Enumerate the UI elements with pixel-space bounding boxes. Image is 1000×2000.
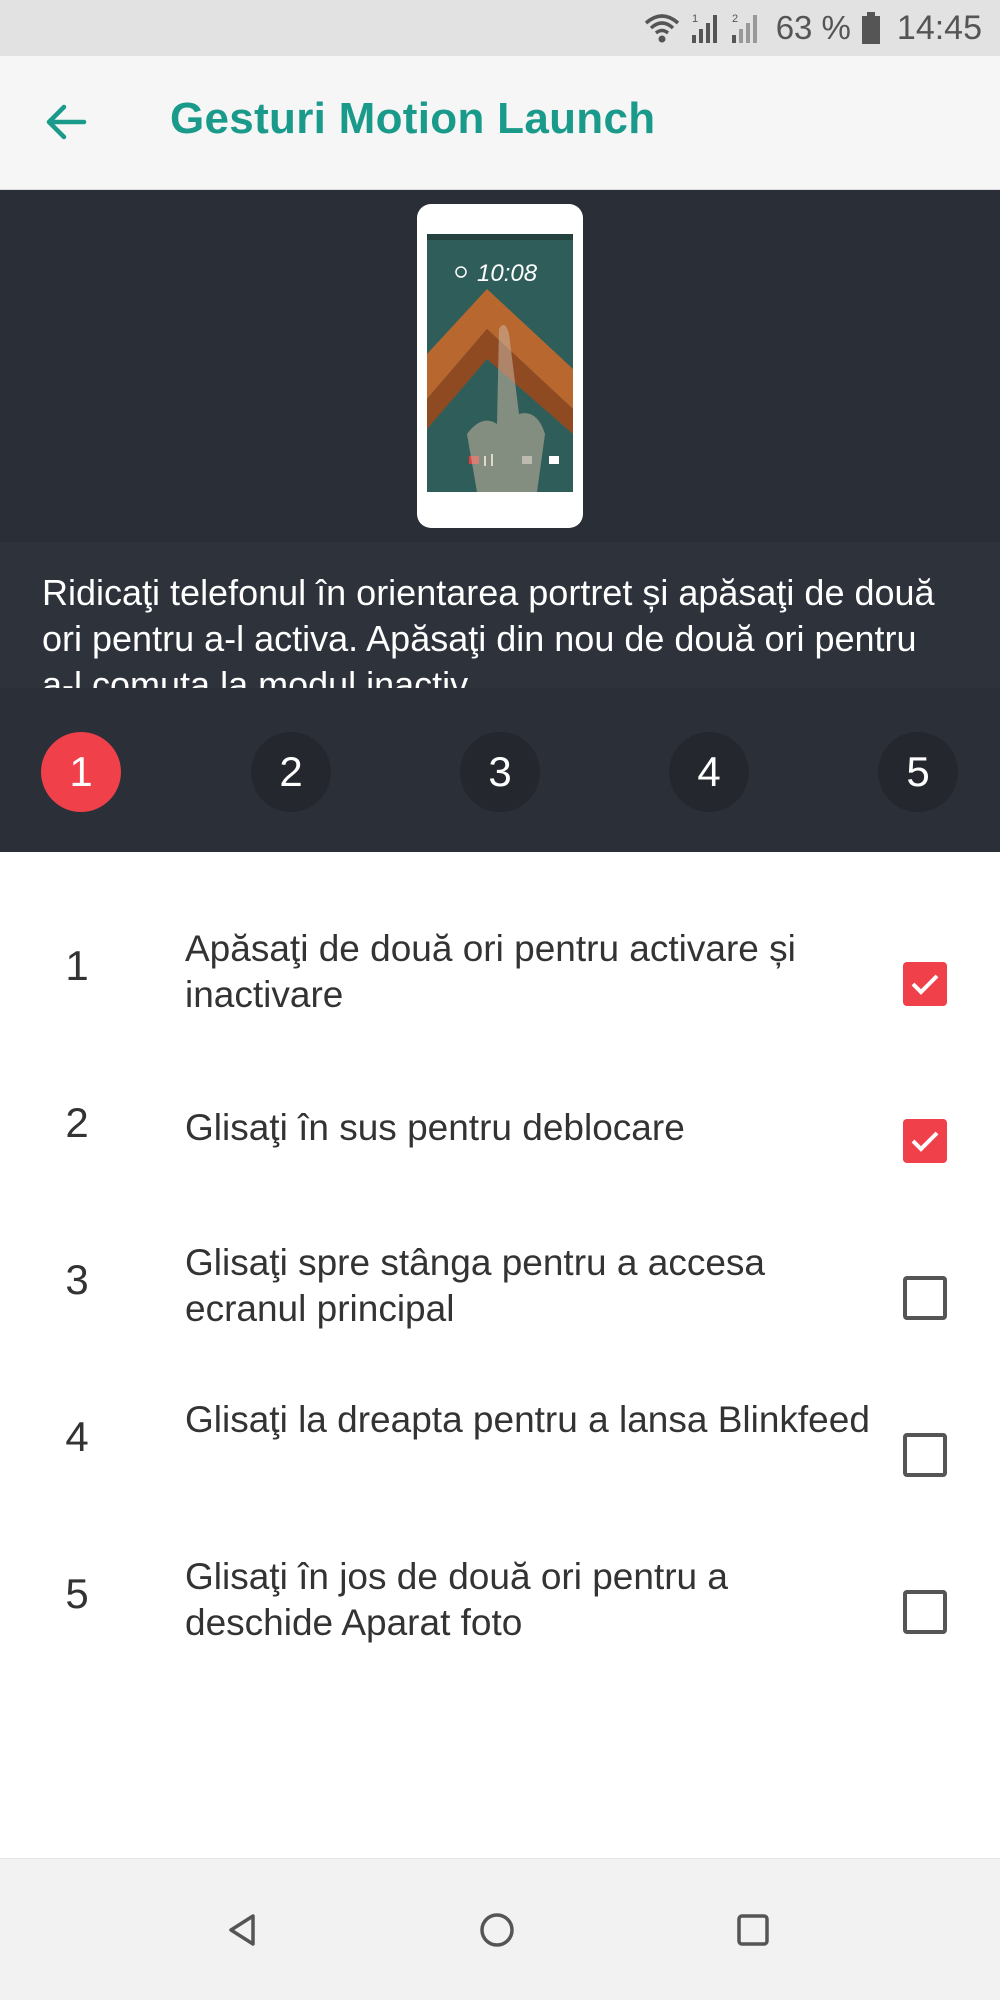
- nav-home-icon: [480, 1913, 514, 1947]
- gesture-checkbox-4[interactable]: [903, 1433, 947, 1477]
- app-bar: Gesturi Motion Launch: [0, 56, 1000, 190]
- gesture-label: Glisaţi în sus pentru deblocare: [185, 1107, 685, 1148]
- battery-percent: 63 %: [775, 9, 851, 46]
- gesture-checkbox-5[interactable]: [903, 1590, 947, 1634]
- gesture-label: Glisaţi la dreapta pentru a lansa Blinkf…: [185, 1399, 870, 1440]
- gesture-checkbox-2[interactable]: [903, 1119, 947, 1163]
- phone-screen: 10:08: [427, 234, 573, 492]
- gesture-number: 1: [65, 942, 89, 989]
- nav-back-icon: [229, 1914, 255, 1946]
- step-5-button[interactable]: 5: [878, 732, 958, 812]
- gesture-number: 4: [65, 1413, 89, 1460]
- gesture-label: Apăsaţi de două ori pentru activare și i…: [185, 928, 796, 1015]
- demo-panel: 10:08 Ridicaţi telefonul în orientarea p…: [0, 190, 1000, 852]
- step-4-button[interactable]: 4: [669, 732, 749, 812]
- signal-sim1-icon: 1: [690, 11, 720, 45]
- nav-home-button[interactable]: [462, 1895, 532, 1965]
- back-button[interactable]: [28, 86, 104, 162]
- gesture-checkbox-1[interactable]: [903, 962, 947, 1006]
- list-item[interactable]: 3 Glisaţi spre stânga pentru a accesa ec…: [0, 1202, 1000, 1359]
- nav-back-button[interactable]: [208, 1895, 278, 1965]
- page-title: Gesturi Motion Launch: [170, 94, 656, 143]
- svg-text:2: 2: [732, 13, 738, 25]
- battery-icon: [861, 11, 881, 45]
- gesture-label: Glisaţi în jos de două ori pentru a desc…: [185, 1556, 728, 1643]
- phone-clock: 10:08: [477, 260, 538, 287]
- status-time: 14:45: [896, 8, 982, 47]
- wifi-icon: [644, 11, 680, 45]
- gesture-number: 3: [65, 1256, 89, 1303]
- checkmark-icon: [911, 974, 939, 995]
- arrow-back-icon: [44, 102, 88, 147]
- list-item[interactable]: 4 Glisaţi la dreapta pentru a lansa Blin…: [0, 1359, 1000, 1516]
- gesture-number: 2: [65, 1099, 89, 1146]
- step-1-button[interactable]: 1: [41, 732, 121, 812]
- svg-text:1: 1: [692, 13, 698, 25]
- phone-illustration: 10:08: [417, 204, 583, 528]
- list-item[interactable]: 1 Apăsaţi de două ori pentru activare și…: [0, 888, 1000, 1045]
- step-indicator: 1 2 3 4 5: [0, 732, 1000, 812]
- step-2-button[interactable]: 2: [251, 732, 331, 812]
- checkmark-icon: [911, 1131, 939, 1152]
- list-item[interactable]: 5 Glisaţi în jos de două ori pentru a de…: [0, 1516, 1000, 1673]
- gesture-checkbox-3[interactable]: [903, 1276, 947, 1320]
- navigation-bar: [0, 1858, 1000, 2000]
- phone-double-tap-illustration: 10:08: [0, 190, 1000, 542]
- gesture-number: 5: [65, 1570, 89, 1617]
- signal-sim2-icon: 2: [730, 11, 760, 45]
- step-3-button[interactable]: 3: [460, 732, 540, 812]
- gesture-label: Glisaţi spre stânga pentru a accesa ecra…: [185, 1242, 765, 1329]
- status-bar: 1 2 63 % 14:45: [0, 0, 1000, 56]
- nav-recents-icon: [737, 1914, 769, 1946]
- gesture-description: Ridicaţi telefonul în orientarea portret…: [42, 572, 935, 688]
- list-item[interactable]: 2 Glisaţi în sus pentru deblocare: [0, 1045, 1000, 1202]
- nav-recents-button[interactable]: [718, 1895, 788, 1965]
- gesture-description-area: Ridicaţi telefonul în orientarea portret…: [0, 542, 1000, 688]
